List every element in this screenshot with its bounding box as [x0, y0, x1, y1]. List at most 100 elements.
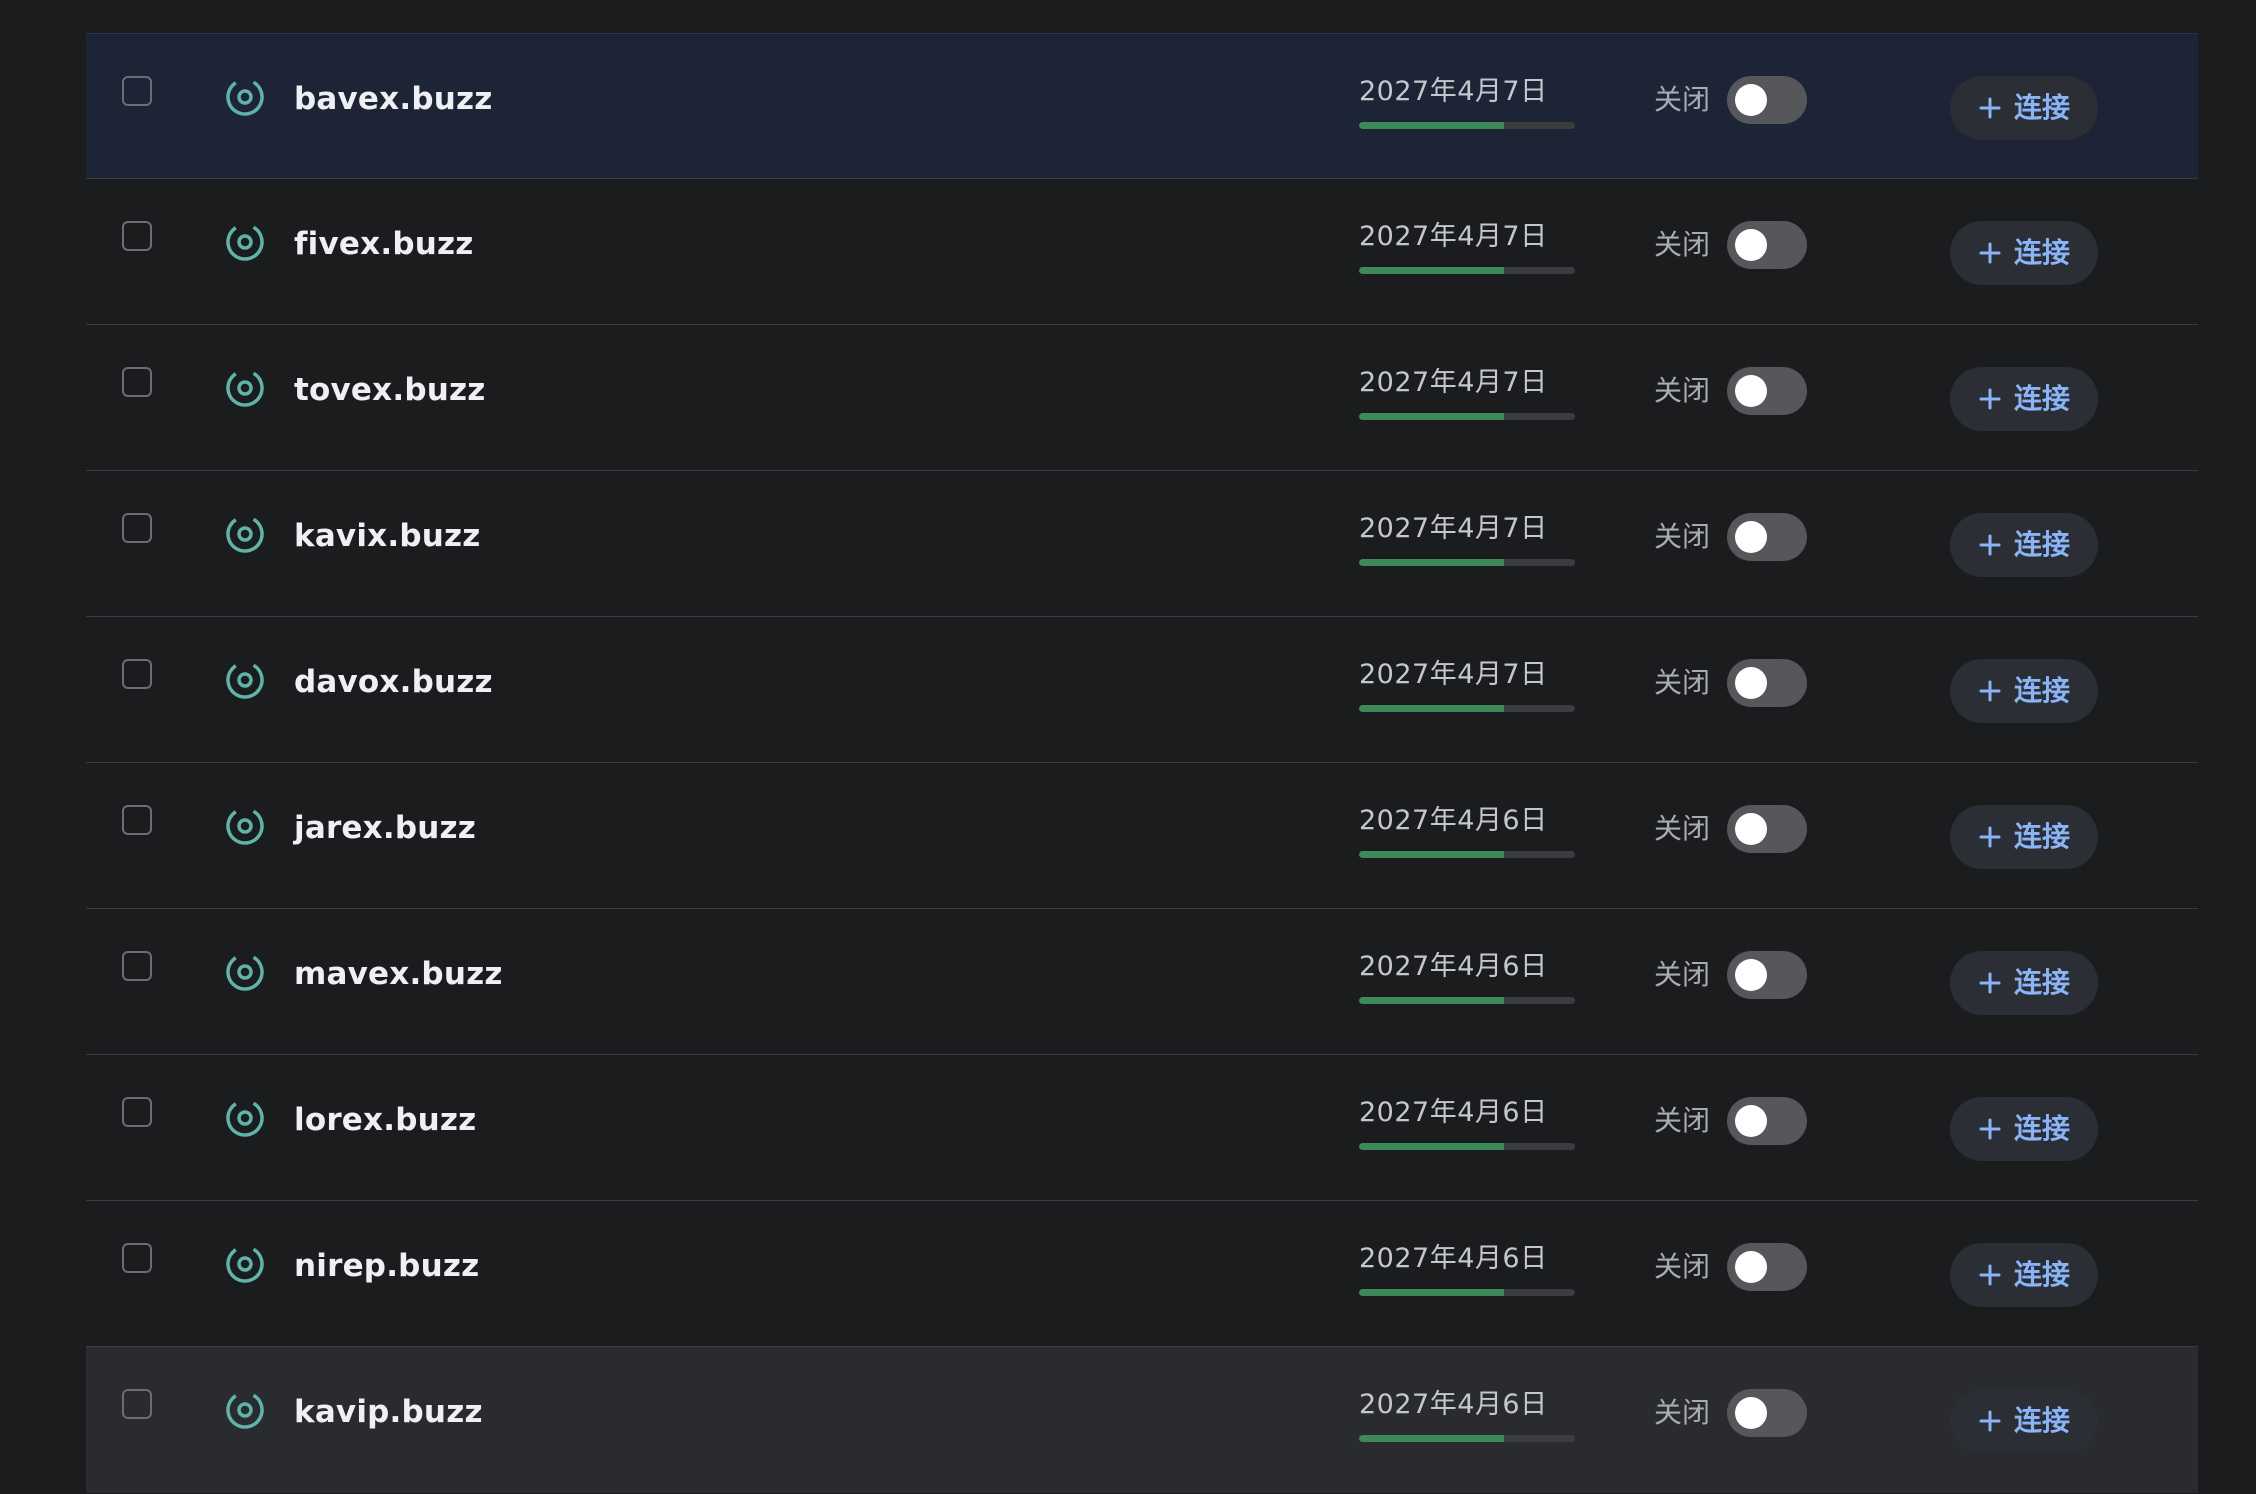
plus-icon [1979, 534, 2001, 556]
auto-renew-toggle[interactable] [1727, 1243, 1807, 1291]
expiry-date: 2027年4月7日 [1359, 76, 1548, 107]
table-row[interactable]: nirep.buzz 2027年4月6日 关闭 连接 [86, 1201, 2198, 1347]
auto-renew-toggle[interactable] [1727, 951, 1807, 999]
row-checkbox[interactable] [122, 951, 152, 981]
row-checkbox[interactable] [122, 805, 152, 835]
auto-renew-toggle[interactable] [1727, 367, 1807, 415]
table-row[interactable]: tovex.buzz 2027年4月7日 关闭 连接 [86, 325, 2198, 471]
expiry-progress-fill [1359, 851, 1504, 858]
connect-label: 连接 [2013, 674, 2070, 707]
auto-renew-toggle[interactable] [1727, 513, 1807, 561]
auto-renew-toggle[interactable] [1727, 659, 1807, 707]
table-row[interactable]: kavix.buzz 2027年4月7日 关闭 连接 [86, 471, 2198, 617]
auto-renew-toggle[interactable] [1727, 805, 1807, 853]
expiry-block: 2027年4月7日 [1359, 219, 1579, 274]
domain-name-link[interactable]: jarex.buzz [294, 808, 476, 848]
connect-button[interactable]: 连接 [1950, 76, 2098, 140]
domain-list: bavex.buzz 2027年4月7日 关闭 连接 fivex.buzz 20… [86, 33, 2198, 1493]
connect-button[interactable]: 连接 [1950, 221, 2098, 285]
table-row[interactable]: fivex.buzz 2027年4月7日 关闭 连接 [86, 179, 2198, 325]
globe-target-icon [226, 78, 264, 116]
plus-icon [1979, 972, 2001, 994]
connect-label: 连接 [2013, 1404, 2070, 1437]
table-row[interactable]: jarex.buzz 2027年4月6日 关闭 连接 [86, 763, 2198, 909]
expiry-progress [1359, 122, 1575, 129]
domain-name-link[interactable]: davox.buzz [294, 662, 493, 702]
row-checkbox[interactable] [122, 659, 152, 689]
domain-name-link[interactable]: mavex.buzz [294, 954, 503, 994]
connect-button[interactable]: 连接 [1950, 1097, 2098, 1161]
toggle-knob [1735, 1397, 1767, 1429]
expiry-date: 2027年4月7日 [1359, 659, 1548, 690]
table-row[interactable]: davox.buzz 2027年4月7日 关闭 连接 [86, 617, 2198, 763]
table-row[interactable]: lorex.buzz 2027年4月6日 关闭 连接 [86, 1055, 2198, 1201]
row-checkbox[interactable] [122, 221, 152, 251]
plus-icon [1979, 680, 2001, 702]
domain-name-link[interactable]: nirep.buzz [294, 1246, 479, 1286]
connect-label: 连接 [2013, 966, 2070, 999]
toggle-knob [1735, 1105, 1767, 1137]
globe-target-icon [226, 1245, 264, 1283]
toggle-label: 关闭 [1654, 83, 1711, 116]
connect-button[interactable]: 连接 [1950, 659, 2098, 723]
row-checkbox[interactable] [122, 1389, 152, 1419]
connect-button[interactable]: 连接 [1950, 367, 2098, 431]
expiry-block: 2027年4月7日 [1359, 365, 1579, 420]
row-checkbox[interactable] [122, 367, 152, 397]
row-checkbox[interactable] [122, 513, 152, 543]
globe-target-icon [226, 1099, 264, 1137]
auto-renew-toggle[interactable] [1727, 1097, 1807, 1145]
connect-button[interactable]: 连接 [1950, 805, 2098, 869]
domain-name-link[interactable]: tovex.buzz [294, 370, 485, 410]
toggle-knob [1735, 375, 1767, 407]
plus-icon [1979, 388, 2001, 410]
expiry-progress-fill [1359, 705, 1504, 712]
row-checkbox[interactable] [122, 1243, 152, 1273]
domain-name-link[interactable]: lorex.buzz [294, 1100, 476, 1140]
toggle-knob [1735, 521, 1767, 553]
domain-name-link[interactable]: fivex.buzz [294, 224, 473, 264]
toggle-knob [1735, 813, 1767, 845]
connect-button[interactable]: 连接 [1950, 1389, 2098, 1453]
toggle-label: 关闭 [1654, 666, 1711, 699]
expiry-block: 2027年4月6日 [1359, 1095, 1579, 1150]
expiry-progress-fill [1359, 267, 1504, 274]
connect-button[interactable]: 连接 [1950, 1243, 2098, 1307]
expiry-block: 2027年4月7日 [1359, 511, 1579, 566]
plus-icon [1979, 1118, 2001, 1140]
expiry-progress [1359, 705, 1575, 712]
expiry-progress-fill [1359, 997, 1504, 1004]
expiry-date: 2027年4月6日 [1359, 951, 1548, 982]
auto-renew-toggle[interactable] [1727, 1389, 1807, 1437]
expiry-progress-fill [1359, 1289, 1504, 1296]
toggle-label: 关闭 [1654, 812, 1711, 845]
expiry-block: 2027年4月7日 [1359, 74, 1579, 129]
domain-name-link[interactable]: bavex.buzz [294, 79, 492, 119]
table-row[interactable]: kavip.buzz 2027年4月6日 关闭 连接 [86, 1347, 2198, 1493]
expiry-progress-fill [1359, 413, 1504, 420]
row-checkbox[interactable] [122, 1097, 152, 1127]
expiry-progress [1359, 1143, 1575, 1150]
expiry-block: 2027年4月6日 [1359, 803, 1579, 858]
table-row[interactable]: mavex.buzz 2027年4月6日 关闭 连接 [86, 909, 2198, 1055]
expiry-progress [1359, 1289, 1575, 1296]
expiry-progress-fill [1359, 559, 1504, 566]
plus-icon [1979, 1264, 2001, 1286]
domain-name-link[interactable]: kavix.buzz [294, 516, 481, 556]
connect-button[interactable]: 连接 [1950, 951, 2098, 1015]
expiry-progress [1359, 413, 1575, 420]
table-row[interactable]: bavex.buzz 2027年4月7日 关闭 连接 [86, 33, 2198, 179]
auto-renew-toggle[interactable] [1727, 221, 1807, 269]
plus-icon [1979, 97, 2001, 119]
expiry-date: 2027年4月6日 [1359, 1097, 1548, 1128]
auto-renew-toggle[interactable] [1727, 76, 1807, 124]
connect-button[interactable]: 连接 [1950, 513, 2098, 577]
expiry-date: 2027年4月6日 [1359, 805, 1548, 836]
expiry-progress-fill [1359, 1143, 1504, 1150]
expiry-progress [1359, 851, 1575, 858]
domain-name-link[interactable]: kavip.buzz [294, 1392, 483, 1432]
toggle-knob [1735, 229, 1767, 261]
row-checkbox[interactable] [122, 76, 152, 106]
expiry-progress [1359, 559, 1575, 566]
connect-label: 连接 [2013, 528, 2070, 561]
